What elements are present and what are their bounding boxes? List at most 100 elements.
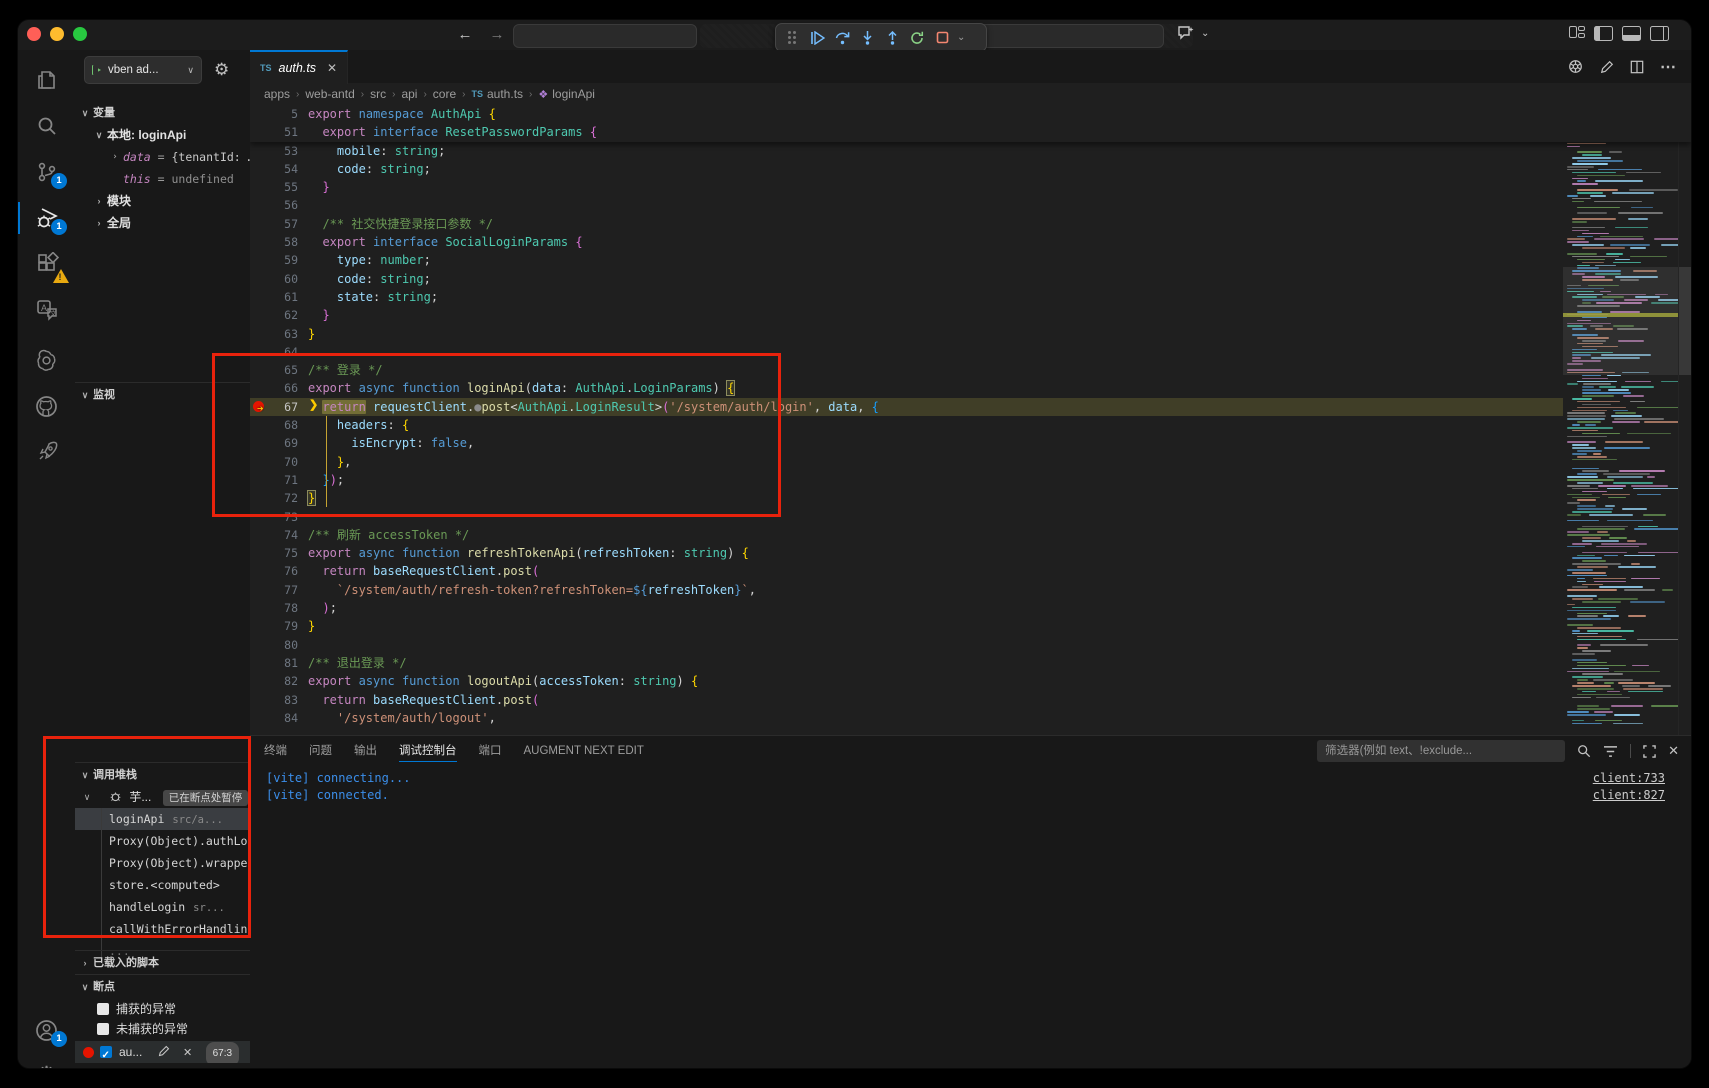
gutter[interactable] <box>250 270 272 288</box>
code-line-57[interactable]: 57 /** 社交快捷登录接口参数 */ <box>250 215 1563 233</box>
code-line-84[interactable]: 84 '/system/auth/logout', <box>250 709 1563 727</box>
openai-icon[interactable] <box>1567 58 1584 75</box>
drag-handle-icon[interactable] <box>782 28 802 48</box>
scrollbar-slider[interactable] <box>1679 267 1691 375</box>
tab-auth-ts[interactable]: TS auth.ts ✕ <box>250 50 348 84</box>
sidebar-item-run-debug[interactable]: 1 <box>18 196 75 240</box>
code-line-81[interactable]: 81/** 退出登录 */ <box>250 654 1563 672</box>
toggle-primary-sidebar-icon[interactable] <box>1594 26 1613 41</box>
back-arrow-icon[interactable]: ← <box>454 23 476 47</box>
code-line-76[interactable]: 76 return baseRequestClient.post( <box>250 562 1563 580</box>
code-line-54[interactable]: 54 code: string; <box>250 160 1563 178</box>
code-line-59[interactable]: 59 type: number; <box>250 251 1563 269</box>
variable-data[interactable]: ›data = {tenantId: … <box>75 146 250 168</box>
checkbox-unchecked-icon[interactable] <box>97 1023 109 1035</box>
gutter[interactable] <box>250 288 272 306</box>
code-line-58[interactable]: 58 export interface SocialLoginParams { <box>250 233 1563 251</box>
ellipsis-icon[interactable]: ⋯ <box>1660 57 1677 77</box>
code-line-75[interactable]: 75export async function refreshTokenApi(… <box>250 544 1563 562</box>
sidebar-item-source-control[interactable]: 1 <box>18 150 75 194</box>
gutter[interactable] <box>250 691 272 709</box>
breakpoint-row[interactable]: au... ✕ 67:3 <box>75 1041 250 1063</box>
sidebar-item-extensions[interactable] <box>18 242 75 286</box>
sidebar-item-i18n[interactable]: A文 <box>18 288 75 332</box>
gutter[interactable] <box>250 196 272 214</box>
account-button[interactable]: 1 <box>18 1008 75 1052</box>
gutter[interactable] <box>250 581 272 599</box>
search-icon[interactable] <box>1577 744 1591 758</box>
gutter[interactable] <box>250 636 272 654</box>
panel-tab-调试控制台[interactable]: 调试控制台 <box>399 736 457 766</box>
stop-icon[interactable] <box>932 28 952 48</box>
variables-modules[interactable]: ›模块 <box>75 190 250 212</box>
debug-filter-input[interactable]: 筛选器(例如 text、!exclude... <box>1317 740 1565 762</box>
play-icon[interactable] <box>92 65 101 75</box>
gutter[interactable] <box>250 544 272 562</box>
step-out-icon[interactable] <box>882 28 902 48</box>
customize-layout-icon[interactable] <box>1569 26 1585 40</box>
panel-tab-问题[interactable]: 问题 <box>309 736 332 766</box>
uncaught-exceptions-row[interactable]: 未捕获的异常 <box>75 1018 250 1040</box>
code-line-56[interactable]: 56 <box>250 196 1563 214</box>
gutter[interactable] <box>250 123 272 141</box>
variable-this[interactable]: this = undefined <box>75 168 250 190</box>
checkbox-checked-icon[interactable] <box>100 1046 112 1058</box>
command-center-left[interactable] <box>513 24 697 48</box>
console-source-link[interactable]: client:733 <box>1593 770 1665 787</box>
gutter[interactable] <box>250 325 272 343</box>
code-line-80[interactable]: 80 <box>250 636 1563 654</box>
close-icon[interactable]: ✕ <box>183 1047 192 1059</box>
step-into-icon[interactable] <box>857 28 877 48</box>
console-source-link[interactable]: client:827 <box>1593 787 1665 804</box>
gutter[interactable] <box>250 251 272 269</box>
breadcrumb-item[interactable]: web-antd <box>305 87 354 101</box>
gutter[interactable] <box>250 160 272 178</box>
traffic-minimize[interactable] <box>50 27 64 41</box>
code-line-78[interactable]: 78 ); <box>250 599 1563 617</box>
code-line-53[interactable]: 53 mobile: string; <box>250 142 1563 160</box>
code-line-62[interactable]: 62 } <box>250 306 1563 324</box>
section-variables[interactable]: ∨变量 <box>75 102 250 124</box>
breadcrumb-item[interactable]: api <box>401 87 417 101</box>
launch-config-dropdown[interactable]: vben ad... ∨ <box>84 56 202 84</box>
caught-exceptions-row[interactable]: 捕获的异常 <box>75 998 250 1020</box>
step-over-icon[interactable] <box>832 28 852 48</box>
gutter[interactable] <box>250 215 272 233</box>
code-line-63[interactable]: 63} <box>250 325 1563 343</box>
traffic-close[interactable] <box>27 27 41 41</box>
breadcrumb-item[interactable]: auth.ts <box>487 87 523 101</box>
gutter[interactable] <box>250 562 272 580</box>
sidebar-item-rocket[interactable] <box>18 430 75 474</box>
panel-tab-终端[interactable]: 终端 <box>264 736 287 766</box>
debug-console-output[interactable]: [vite] connecting...[vite] connected. <box>266 770 411 804</box>
sidebar-item-explorer[interactable] <box>18 58 75 102</box>
pencil-icon[interactable] <box>158 1045 170 1057</box>
panel-tab-端口[interactable]: 端口 <box>479 736 502 766</box>
breadcrumb[interactable]: apps›web-antd›src›api›core›TSauth.ts›❖lo… <box>250 83 1691 105</box>
section-event-listener-breakpoints[interactable]: ›EVENT LISTENER BREAK... <box>75 1063 250 1068</box>
section-breakpoints[interactable]: ∨断点 <box>75 976 250 998</box>
gutter[interactable] <box>250 105 272 123</box>
code-line-74[interactable]: 74/** 刷新 accessToken */ <box>250 526 1563 544</box>
variables-globals[interactable]: ›全局 <box>75 212 250 234</box>
gutter[interactable] <box>250 709 272 727</box>
code-line-5[interactable]: 5export namespace AuthApi { <box>250 105 1691 123</box>
gutter[interactable] <box>250 672 272 690</box>
restart-icon[interactable] <box>907 28 927 48</box>
gutter[interactable] <box>250 526 272 544</box>
checkbox-unchecked-icon[interactable] <box>97 1003 109 1015</box>
pencil-icon[interactable] <box>1600 60 1614 74</box>
section-loaded-scripts[interactable]: ›已载入的脚本 <box>75 952 250 974</box>
close-panel-icon[interactable]: ✕ <box>1668 743 1679 759</box>
gutter[interactable] <box>250 306 272 324</box>
split-editor-icon[interactable] <box>1630 60 1644 74</box>
gutter[interactable] <box>250 233 272 251</box>
gutter[interactable] <box>250 178 272 196</box>
forward-arrow-icon[interactable]: → <box>486 23 508 47</box>
breadcrumb-item[interactable]: apps <box>264 87 290 101</box>
breadcrumb-item[interactable]: loginApi <box>552 87 595 101</box>
sidebar-item-github[interactable] <box>18 384 75 428</box>
code-line-83[interactable]: 83 return baseRequestClient.post( <box>250 691 1563 709</box>
close-icon[interactable]: ✕ <box>327 61 337 75</box>
code-line-82[interactable]: 82export async function logoutApi(access… <box>250 672 1563 690</box>
